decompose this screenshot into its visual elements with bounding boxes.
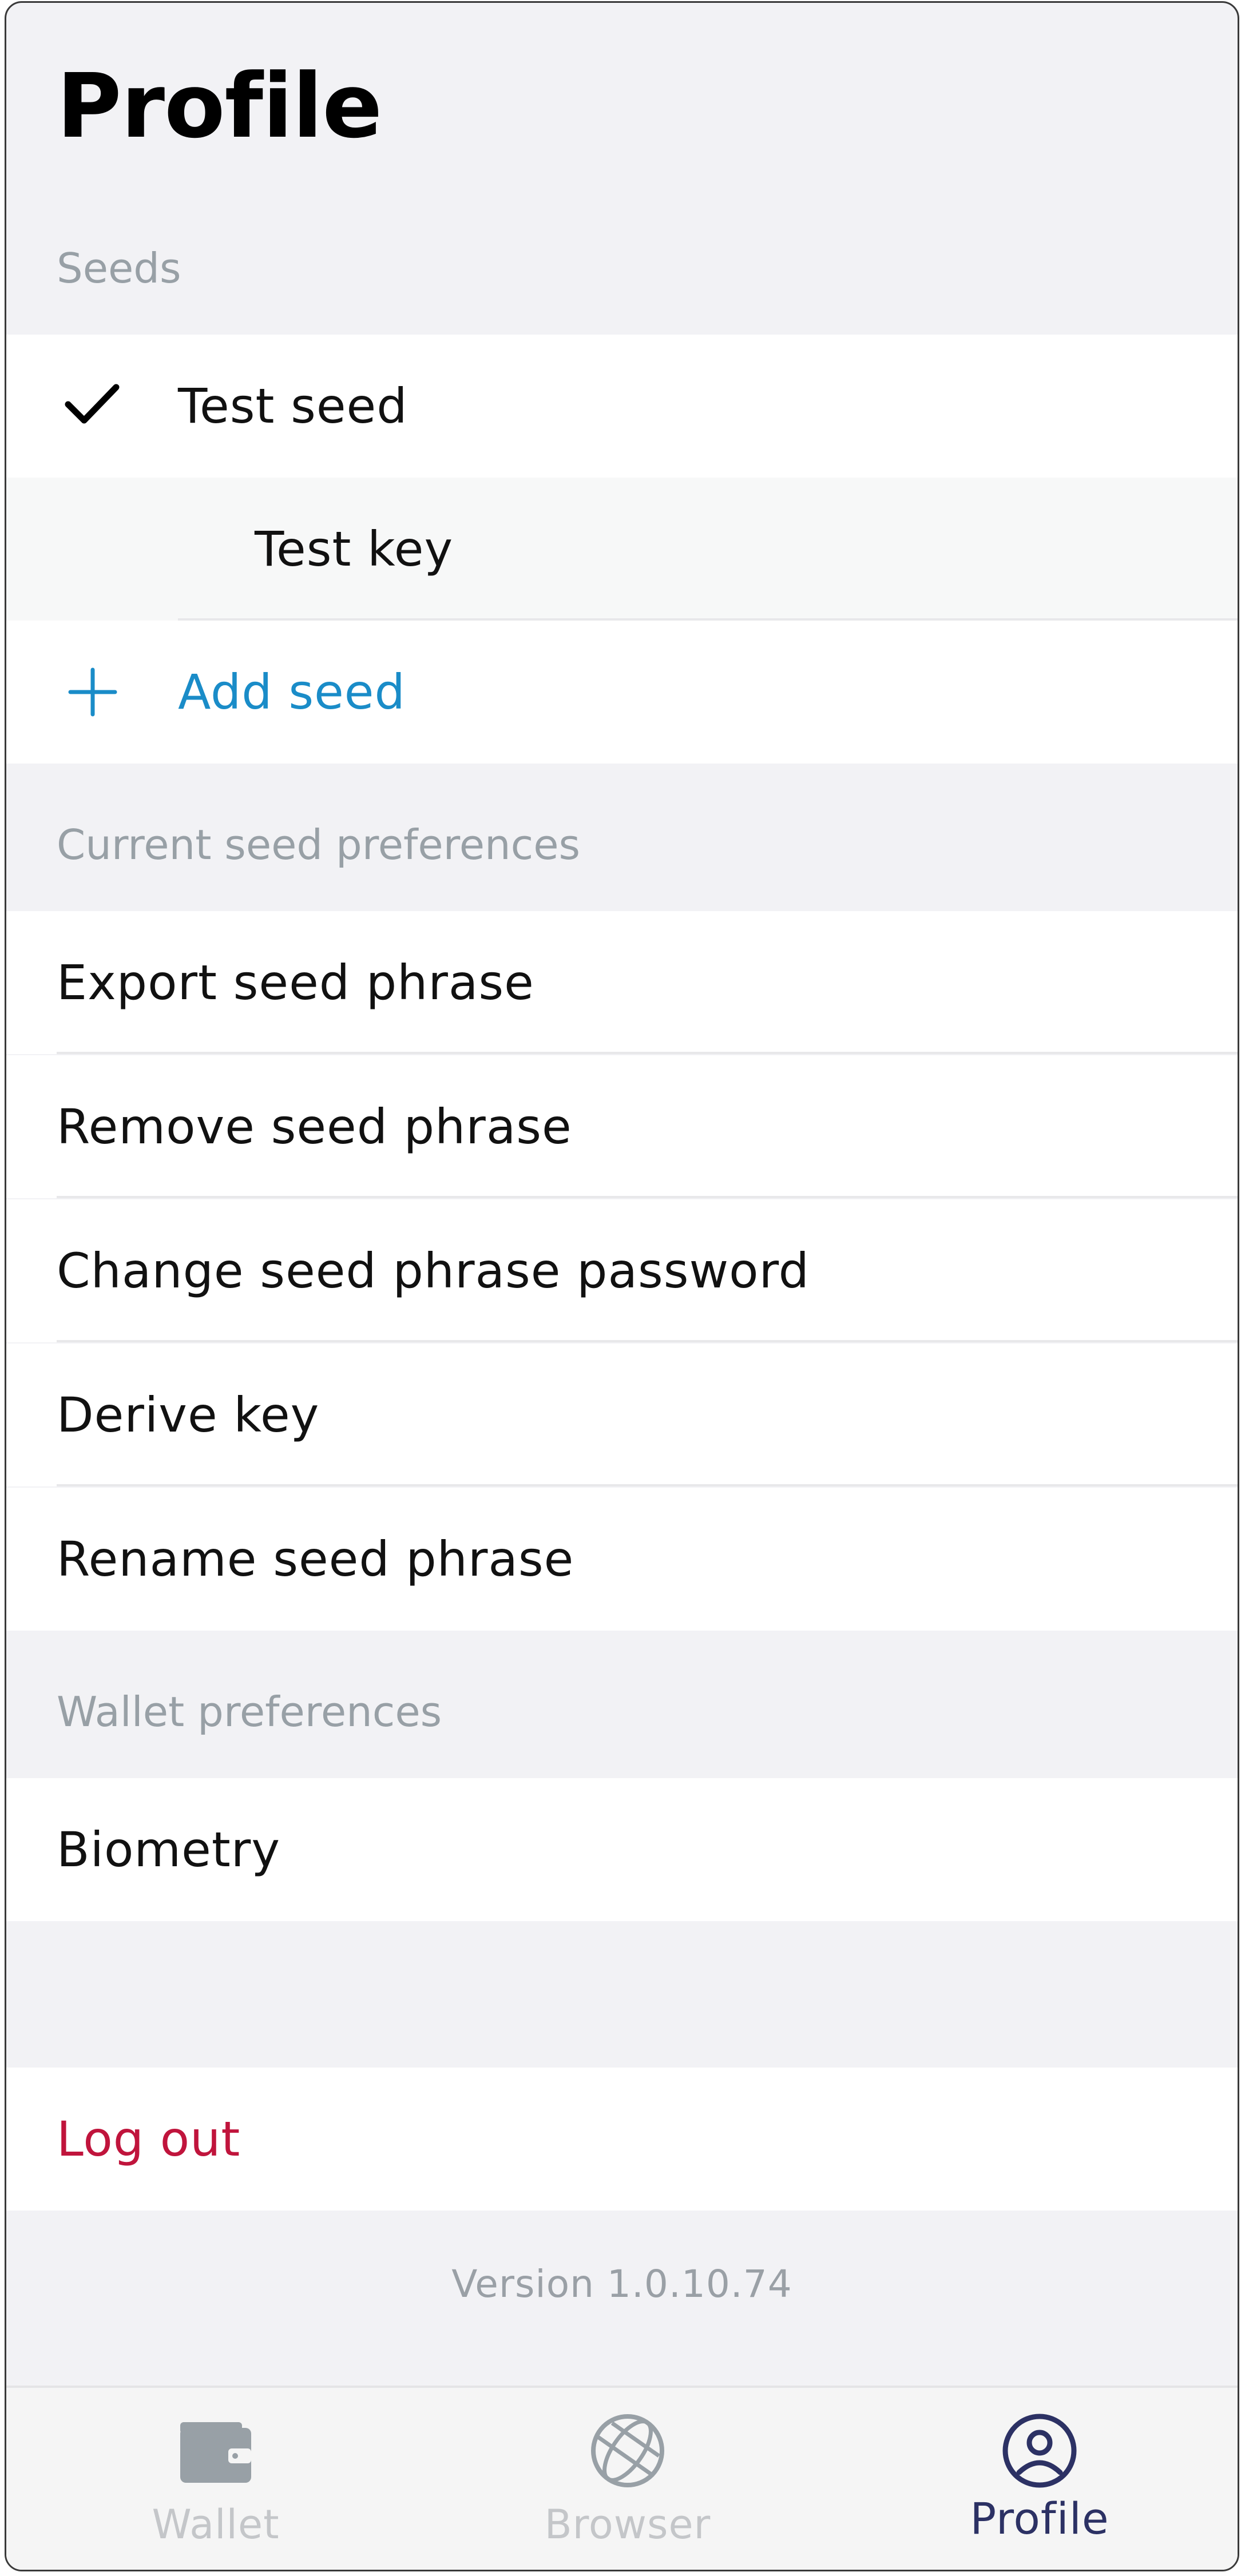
menu-item-label: Biometry [57,1822,281,1878]
section-header-wallet-preferences: Wallet preferences [57,1688,442,1736]
divider [57,1340,1238,1342]
seed-name: Test seed [178,378,408,434]
tab-browser[interactable]: Browser [513,2388,742,2570]
tab-label: Browser [544,2501,711,2548]
menu-item-label: Remove seed phrase [57,1099,572,1155]
checkmark-icon [65,384,120,424]
key-row-test-key[interactable]: Test key [6,478,1238,621]
key-name: Test key [255,521,454,577]
rename-seed-phrase-item[interactable]: Rename seed phrase [6,1488,1238,1631]
menu-item-label: Change seed phrase password [57,1243,810,1299]
change-seed-phrase-password-item[interactable]: Change seed phrase password [6,1199,1238,1342]
tab-wallet[interactable]: Wallet [101,2388,330,2570]
export-seed-phrase-item[interactable]: Export seed phrase [6,911,1238,1054]
remove-seed-phrase-item[interactable]: Remove seed phrase [6,1055,1238,1198]
profile-screen: Profile Seeds Test seed Test key Add see… [5,1,1239,2571]
divider [57,1052,1238,1054]
logout-button[interactable]: Log out [6,2068,1238,2211]
logout-label: Log out [57,2111,241,2167]
tab-label: Profile [970,2493,1109,2544]
tab-profile[interactable]: Profile [925,2388,1154,2570]
divider [57,1484,1238,1486]
bottom-tab-bar: Wallet Browser Profile [6,2386,1238,2570]
menu-item-label: Rename seed phrase [57,1531,574,1587]
tab-label: Wallet [152,2501,280,2548]
divider [57,1196,1238,1198]
seed-row-test-seed[interactable]: Test seed [6,335,1238,478]
globe-icon [591,2414,664,2487]
biometry-item[interactable]: Biometry [6,1778,1238,1921]
wallet-icon [180,2422,251,2483]
plus-icon [68,667,117,717]
add-seed-button[interactable]: Add seed [6,621,1238,764]
version-label: Version 1.0.10.74 [451,2262,792,2306]
derive-key-item[interactable]: Derive key [6,1343,1238,1486]
section-header-current-seed-preferences: Current seed preferences [57,821,581,869]
add-seed-label: Add seed [178,664,406,720]
user-circle-icon [1002,2414,1077,2488]
menu-item-label: Export seed phrase [57,955,534,1011]
page-title: Profile [57,54,382,158]
menu-item-label: Derive key [57,1387,320,1443]
section-header-seeds: Seeds [57,244,181,292]
